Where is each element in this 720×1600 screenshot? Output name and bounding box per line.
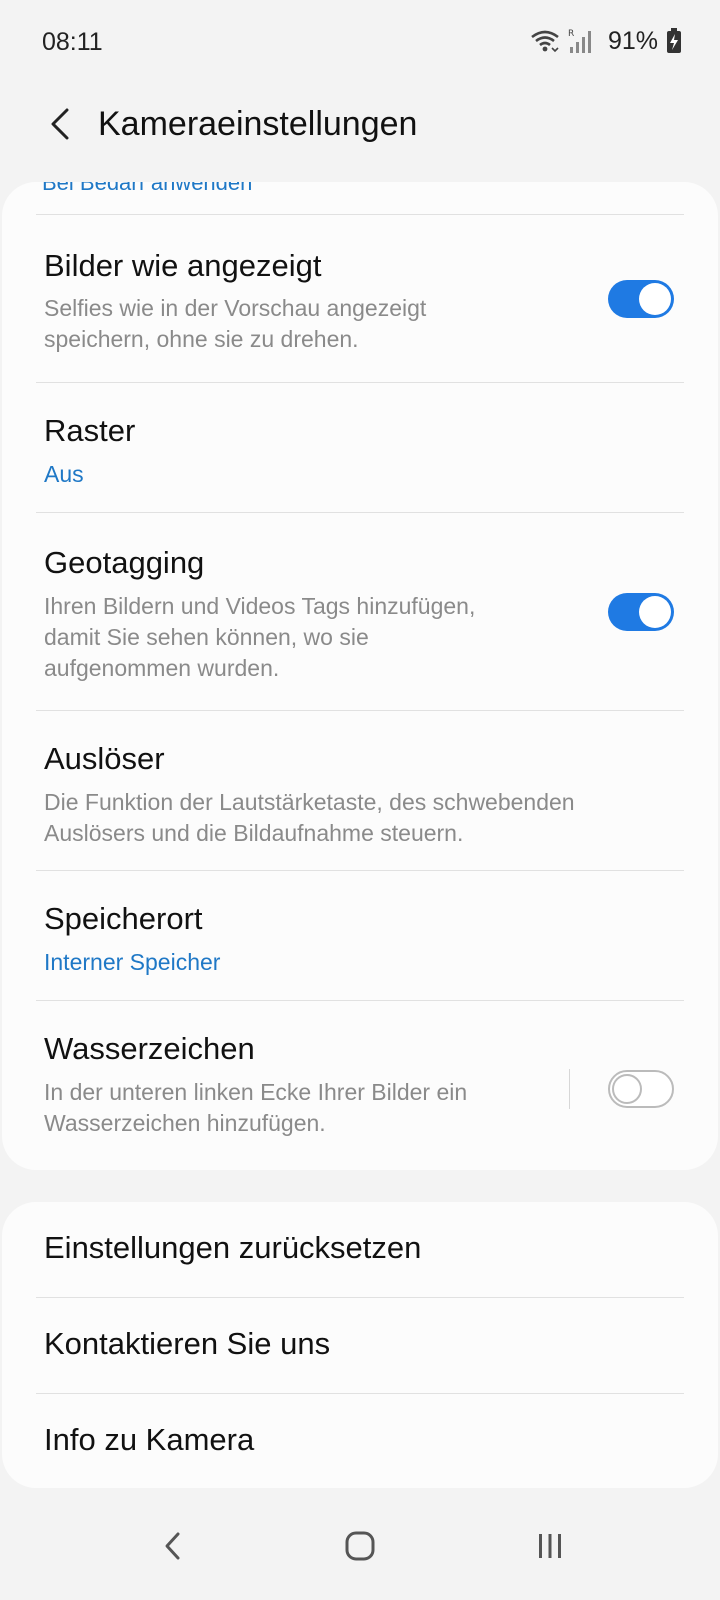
setting-title: Bilder wie angezeigt	[44, 248, 322, 283]
app-bar: Kameraeinstellungen	[0, 84, 720, 180]
setting-value: Interner Speicher	[44, 949, 221, 975]
setting-subtitle: In der unteren linken Ecke Ihrer Bilder …	[44, 1077, 604, 1139]
wifi-icon	[530, 28, 560, 54]
nav-home-button[interactable]	[325, 1518, 395, 1578]
setting-row-geotagging[interactable]: Geotagging Ihren Bildern und Videos Tags…	[2, 513, 718, 709]
signal-icon: R	[568, 27, 592, 55]
cut-off-setting-value[interactable]: Bei Bedarf anwenden	[42, 182, 252, 196]
toggle-separator	[569, 1069, 570, 1109]
back-button[interactable]	[30, 96, 90, 156]
setting-subtitle: Selfies wie in der Vorschau angezeigt sp…	[44, 293, 604, 355]
nav-home-icon	[344, 1530, 376, 1567]
more-options-card: Einstellungen zurücksetzen Kontaktieren …	[2, 1202, 718, 1488]
about-camera-item[interactable]: Info zu Kamera	[2, 1394, 718, 1488]
nav-recents-button[interactable]	[515, 1518, 585, 1578]
reset-settings-item[interactable]: Einstellungen zurücksetzen	[2, 1202, 718, 1297]
battery-percent: 91%	[607, 26, 658, 55]
geotagging-toggle[interactable]	[608, 593, 674, 631]
menu-item-label: Kontaktieren Sie uns	[44, 1326, 331, 1361]
setting-title: Auslöser	[44, 741, 165, 776]
setting-title: Speicherort	[44, 901, 203, 936]
svg-text:R: R	[568, 29, 574, 39]
status-icons: R 91%	[530, 24, 682, 58]
bilder-wie-angezeigt-toggle[interactable]	[608, 280, 674, 318]
contact-us-item[interactable]: Kontaktieren Sie uns	[2, 1298, 718, 1393]
nav-back-icon	[162, 1531, 184, 1566]
settings-card: Bei Bedarf anwenden Bilder wie angezeigt…	[2, 182, 718, 1170]
back-arrow-icon	[47, 107, 73, 146]
status-time: 08:11	[42, 28, 103, 56]
setting-title: Wasserzeichen	[44, 1031, 255, 1066]
status-bar: 08:11 R 91%	[0, 0, 720, 84]
setting-subtitle: Ihren Bildern und Videos Tags hinzufügen…	[44, 591, 604, 684]
setting-subtitle: Die Funktion der Lautstärketaste, des sc…	[44, 787, 664, 849]
system-nav-bar	[0, 1500, 720, 1600]
subtitle-line: Ihren Bildern und Videos Tags hinzufügen…	[44, 593, 476, 619]
subtitle-line: Auslösers und die Bildaufnahme steuern.	[44, 820, 464, 846]
setting-row-raster[interactable]: Raster Aus	[2, 383, 718, 511]
menu-item-label: Info zu Kamera	[44, 1422, 255, 1457]
setting-row-speicherort[interactable]: Speicherort Interner Speicher	[2, 871, 718, 999]
subtitle-line: Die Funktion der Lautstärketaste, des sc…	[44, 789, 575, 815]
subtitle-line: speichern, ohne sie zu drehen.	[44, 326, 359, 352]
subtitle-line: damit Sie sehen können, wo sie	[44, 624, 369, 650]
setting-value: Aus	[44, 461, 84, 487]
setting-title: Geotagging	[44, 545, 205, 580]
wasserzeichen-toggle[interactable]	[608, 1070, 674, 1108]
page-title: Kameraeinstellungen	[98, 105, 418, 143]
battery-charging-icon	[666, 28, 682, 54]
setting-row-wasserzeichen[interactable]: Wasserzeichen In der unteren linken Ecke…	[2, 1001, 718, 1170]
subtitle-line: Wasserzeichen hinzufügen.	[44, 1110, 326, 1136]
subtitle-line: aufgenommen wurden.	[44, 655, 280, 681]
setting-row-bilder-wie-angezeigt[interactable]: Bilder wie angezeigt Selfies wie in der …	[2, 215, 718, 381]
nav-back-button[interactable]	[138, 1518, 208, 1578]
setting-row-ausloeser[interactable]: Auslöser Die Funktion der Lautstärketast…	[2, 711, 718, 869]
menu-item-label: Einstellungen zurücksetzen	[44, 1230, 422, 1265]
setting-title: Raster	[44, 413, 136, 448]
nav-recents-icon	[535, 1531, 565, 1566]
subtitle-line: Selfies wie in der Vorschau angezeigt	[44, 295, 427, 321]
subtitle-line: In der unteren linken Ecke Ihrer Bilder …	[44, 1079, 468, 1105]
